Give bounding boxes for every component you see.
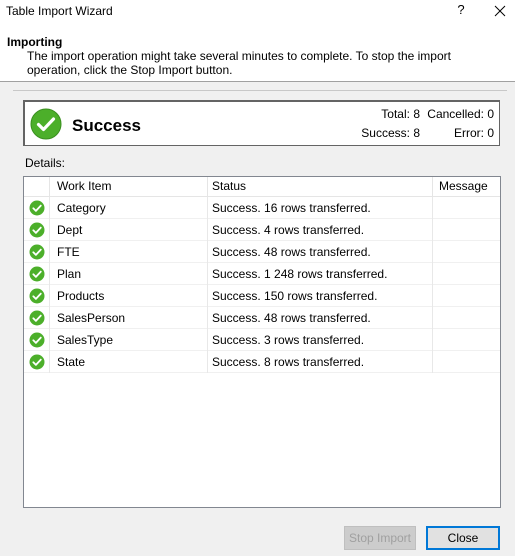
message-cell [433, 285, 500, 307]
close-button[interactable]: Close [426, 526, 500, 550]
work-item-cell: SalesType [50, 329, 208, 351]
table-row[interactable]: Products Success. 150 rows transferred. [24, 285, 500, 307]
status-cell: Success. 150 rows transferred. [208, 285, 433, 307]
row-status-cell [24, 351, 50, 373]
window-title: Table Import Wizard [6, 4, 113, 18]
status-cell: Success. 16 rows transferred. [208, 197, 433, 219]
import-wizard-window: Table Import Wizard ? Importing The impo… [0, 0, 515, 556]
message-cell [433, 241, 500, 263]
success-check-icon [29, 354, 44, 370]
success-count: Success: 8 [361, 126, 420, 140]
work-item-cell: FTE [50, 241, 208, 263]
row-status-cell [24, 285, 50, 307]
close-icon [494, 5, 506, 17]
header-description: The import operation might take several … [27, 49, 451, 77]
message-cell [433, 307, 500, 329]
row-status-cell [24, 241, 50, 263]
wizard-header: Importing The import operation might tak… [0, 30, 515, 82]
success-check-icon [29, 288, 44, 304]
status-cell: Success. 1 248 rows transferred. [208, 263, 433, 285]
header-title: Importing [7, 35, 63, 49]
success-check-icon [29, 222, 44, 238]
table-row[interactable]: SalesType Success. 3 rows transferred. [24, 329, 500, 351]
work-item-cell: State [50, 351, 208, 373]
table-row[interactable]: State Success. 8 rows transferred. [24, 351, 500, 373]
stop-import-button[interactable]: Stop Import [344, 526, 416, 550]
status-summary: Success Total: 8 Cancelled: 0 Success: 8… [23, 100, 500, 146]
status-cell: Success. 48 rows transferred. [208, 307, 433, 329]
status-cell: Success. 4 rows transferred. [208, 219, 433, 241]
help-button[interactable]: ? [448, 0, 474, 22]
work-item-cell: Products [50, 285, 208, 307]
table-row[interactable]: FTE Success. 48 rows transferred. [24, 241, 500, 263]
work-item-cell: Plan [50, 263, 208, 285]
success-check-icon [29, 310, 44, 326]
header-work-item[interactable]: Work Item [50, 177, 208, 197]
work-item-cell: Dept [50, 219, 208, 241]
row-status-cell [24, 307, 50, 329]
close-window-button[interactable] [486, 0, 514, 22]
message-cell [433, 351, 500, 373]
grid-header: Work Item Status Message [24, 177, 500, 197]
success-check-icon [29, 266, 44, 282]
header-message[interactable]: Message [433, 177, 500, 197]
message-cell [433, 329, 500, 351]
table-row[interactable]: SalesPerson Success. 48 rows transferred. [24, 307, 500, 329]
total-count: Total: 8 [381, 107, 420, 121]
error-count: Error: 0 [453, 126, 494, 140]
status-text: Success [72, 116, 141, 135]
status-cell: Success. 3 rows transferred. [208, 329, 433, 351]
cancelled-count: Cancelled: 0 [427, 107, 494, 121]
row-status-cell [24, 329, 50, 351]
row-status-cell [24, 263, 50, 285]
title-bar: Table Import Wizard ? [0, 0, 515, 30]
status-cell: Success. 8 rows transferred. [208, 351, 433, 373]
table-row[interactable]: Category Success. 16 rows transferred. [24, 197, 500, 219]
status-cell: Success. 48 rows transferred. [208, 241, 433, 263]
work-items-grid[interactable]: Work Item Status Message Category Success… [23, 176, 501, 508]
message-cell [433, 197, 500, 219]
success-check-icon [30, 108, 62, 140]
table-row[interactable]: Dept Success. 4 rows transferred. [24, 219, 500, 241]
table-row[interactable]: Plan Success. 1 248 rows transferred. [24, 263, 500, 285]
success-check-icon [29, 200, 44, 216]
success-check-icon [29, 244, 44, 260]
work-item-cell: SalesPerson [50, 307, 208, 329]
work-item-cell: Category [50, 197, 208, 219]
header-status[interactable]: Status [208, 177, 433, 197]
success-check-icon [29, 332, 44, 348]
row-status-cell [24, 219, 50, 241]
row-status-cell [24, 197, 50, 219]
message-cell [433, 263, 500, 285]
header-icon-column[interactable] [24, 177, 50, 197]
message-cell [433, 219, 500, 241]
grid-rows: Category Success. 16 rows transferred. Dep… [24, 197, 500, 373]
details-label: Details: [25, 156, 66, 170]
